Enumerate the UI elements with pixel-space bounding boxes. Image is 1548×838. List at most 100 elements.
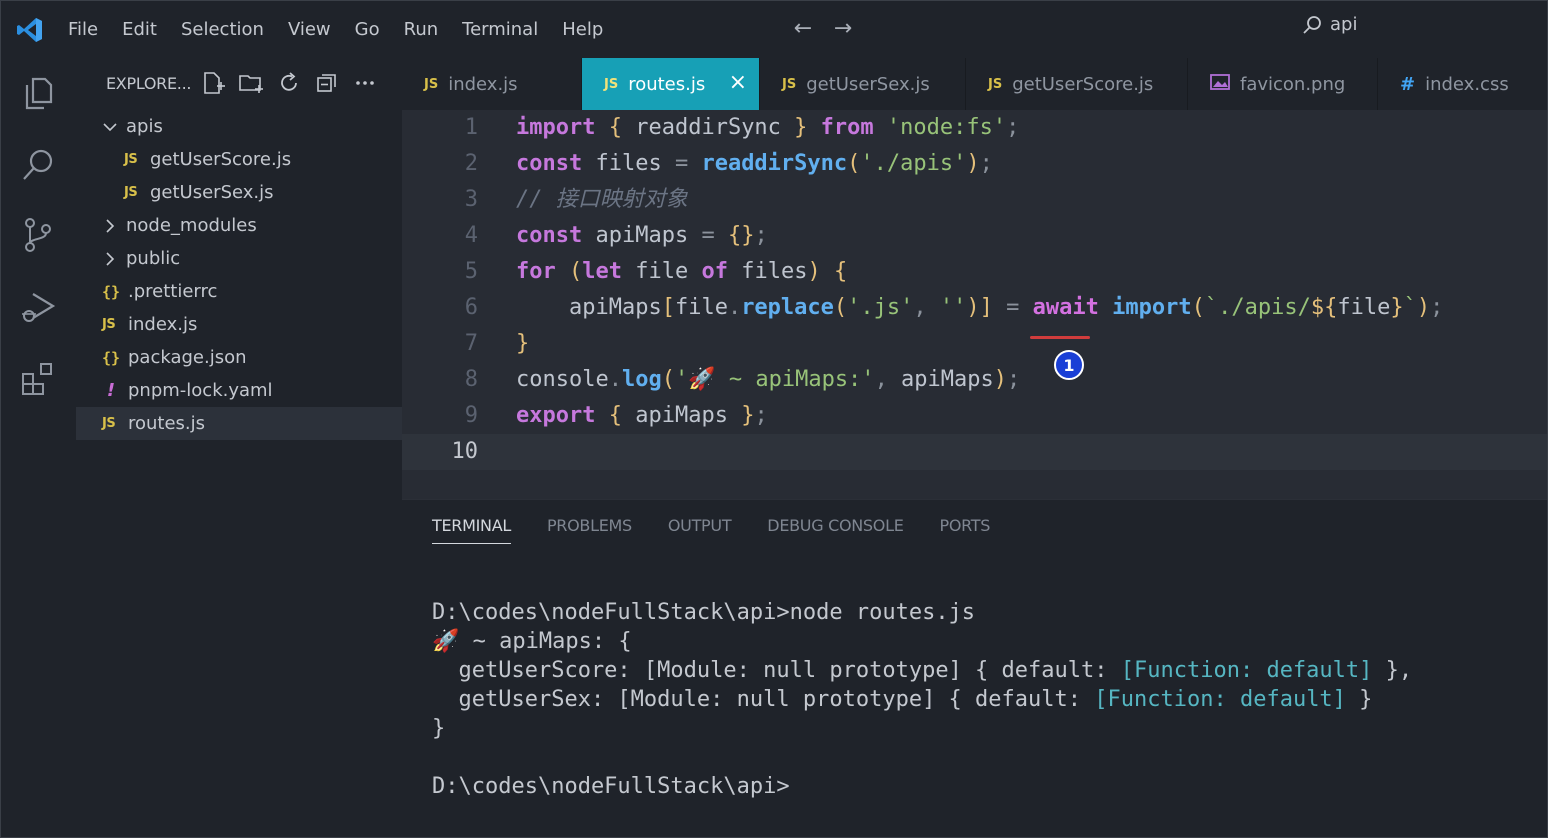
extensions-icon[interactable]	[19, 360, 57, 398]
arrow-right-icon[interactable]: →	[832, 16, 854, 41]
terminal-line: getUserSex: [Module: null prototype] { d…	[432, 685, 1412, 714]
problem-badge: 1	[1054, 350, 1084, 380]
panel-tab-terminal[interactable]: TERMINAL	[432, 516, 511, 544]
tab-routes-js[interactable]: JS routes.js ×	[582, 58, 760, 110]
code-text: const apiMaps = {};	[516, 218, 768, 254]
file-item[interactable]: {} .prettierrc	[76, 275, 402, 308]
code-token: )	[966, 151, 980, 176]
refresh-icon[interactable]	[276, 70, 302, 96]
menu-terminal[interactable]: Terminal	[450, 0, 550, 58]
command-center[interactable]: api	[1302, 14, 1357, 35]
file-item[interactable]: JS index.js	[76, 308, 402, 341]
panel-tab-ports[interactable]: PORTS	[940, 516, 991, 544]
new-file-icon[interactable]	[200, 70, 226, 96]
tab-index-css[interactable]: # index.css	[1378, 58, 1548, 110]
title-bar: File Edit Selection View Go Run Terminal Help ←…	[0, 0, 1548, 58]
tab-label: index.css	[1425, 73, 1509, 95]
folder-item[interactable]: apis	[76, 110, 402, 143]
activity-bar	[0, 58, 76, 838]
code-line: 7}	[402, 326, 1548, 362]
code-editor[interactable]: 10 9 export { apiMaps }; 8 console.log('🚀 ~ …	[402, 110, 1548, 499]
file-tree: apis JS getUserScore.js JS getUserSex.js node…	[76, 110, 402, 440]
code-token: await	[1032, 295, 1099, 320]
tab-getUserScore-js[interactable]: JS getUserScore.js	[966, 58, 1188, 110]
code-text: const files = readdirSync('./apis');	[516, 146, 993, 182]
code-token: from	[820, 115, 874, 140]
file-item[interactable]: {} package.json	[76, 341, 402, 374]
terminal-token: getUserScore: [Module: null prototype] {…	[432, 658, 1121, 683]
menu-help[interactable]: Help	[550, 0, 615, 58]
panel-tab-debug-console[interactable]: DEBUG CONSOLE	[767, 516, 904, 544]
js-file-icon: JS	[124, 152, 138, 167]
js-file-icon: JS	[102, 317, 116, 332]
folder-item[interactable]: node_modules	[76, 209, 402, 242]
command-center-label: api	[1330, 14, 1358, 35]
menu-selection[interactable]: Selection	[169, 0, 276, 58]
panel-tab-output[interactable]: OUTPUT	[668, 516, 732, 544]
search-icon[interactable]	[19, 146, 57, 184]
tab-getUserSex-js[interactable]: JS getUserSex.js	[760, 58, 966, 110]
code-text: for (let file of files) {	[516, 254, 847, 290]
terminal-token: }	[432, 716, 446, 741]
code-token: ;	[1006, 115, 1020, 140]
code-token: (	[661, 367, 675, 392]
code-token: files	[582, 151, 675, 176]
code-token: .	[727, 295, 742, 320]
line-number: 9	[464, 403, 478, 428]
yaml-file-icon: !	[106, 380, 116, 401]
code-token: apiMaps	[887, 367, 994, 392]
explorer-header: EXPLORE...	[76, 58, 402, 110]
run-debug-icon[interactable]	[19, 288, 57, 326]
terminal-output[interactable]: D:\codes\nodeFullStack\api>node routes.j…	[432, 598, 1412, 801]
chevron-right-icon	[106, 251, 115, 266]
close-icon[interactable]: ×	[729, 70, 747, 95]
bottom-panel: TERMINAL PROBLEMS OUTPUT DEBUG CONSOLE PORTS…	[402, 499, 1548, 838]
file-item[interactable]: JS getUserScore.js	[76, 143, 402, 176]
code-token: for	[516, 259, 556, 284]
file-tree-label: getUserScore.js	[150, 149, 292, 170]
js-file-icon: JS	[124, 185, 138, 200]
file-tree-label: getUserSex.js	[150, 182, 274, 203]
terminal-line: getUserScore: [Module: null prototype] {…	[432, 656, 1412, 685]
js-file-icon: JS	[782, 76, 797, 92]
terminal-line: D:\codes\nodeFullStack\api>	[432, 772, 1412, 801]
menu-edit[interactable]: Edit	[110, 0, 169, 58]
code-token: )	[807, 259, 821, 284]
code-token: ${	[1310, 295, 1338, 320]
tab-index-js[interactable]: JS index.js	[402, 58, 582, 110]
code-token: }	[516, 331, 530, 356]
collapse-all-icon[interactable]	[314, 70, 340, 96]
json-file-icon: {}	[102, 348, 121, 367]
code-line: 9 export { apiMaps };	[402, 398, 1548, 434]
code-token: readdirSync	[621, 115, 795, 140]
history-navigation: ← →	[792, 16, 854, 41]
explorer-icon[interactable]	[19, 74, 57, 112]
folder-item[interactable]: public	[76, 242, 402, 275]
file-item[interactable]: ! pnpm-lock.yaml	[76, 374, 402, 407]
menu-go[interactable]: Go	[343, 0, 392, 58]
tab-favicon-png[interactable]: favicon.png	[1188, 58, 1378, 110]
new-folder-icon[interactable]	[238, 70, 264, 96]
vscode-logo-icon	[17, 18, 42, 42]
file-item[interactable]: JS routes.js	[76, 407, 402, 440]
code-token: '🚀 ~ apiMaps:'	[674, 367, 875, 392]
menu-run[interactable]: Run	[392, 0, 451, 58]
file-tree-label: pnpm-lock.yaml	[128, 380, 273, 401]
code-token: replace	[741, 295, 834, 320]
code-token: of	[701, 259, 728, 284]
js-file-icon: JS	[604, 76, 619, 92]
menu-file[interactable]: File	[56, 0, 110, 58]
arrow-left-icon[interactable]: ←	[792, 16, 814, 41]
source-control-icon[interactable]	[19, 216, 57, 254]
code-token: files	[727, 259, 808, 284]
panel-tab-problems[interactable]: PROBLEMS	[547, 516, 632, 544]
file-item[interactable]: JS getUserSex.js	[76, 176, 402, 209]
menu-view[interactable]: View	[276, 0, 343, 58]
code-text: console.log('🚀 ~ apiMaps:', apiMaps);	[516, 362, 1020, 398]
more-icon[interactable]	[352, 70, 378, 96]
line-number: 1	[464, 115, 478, 140]
